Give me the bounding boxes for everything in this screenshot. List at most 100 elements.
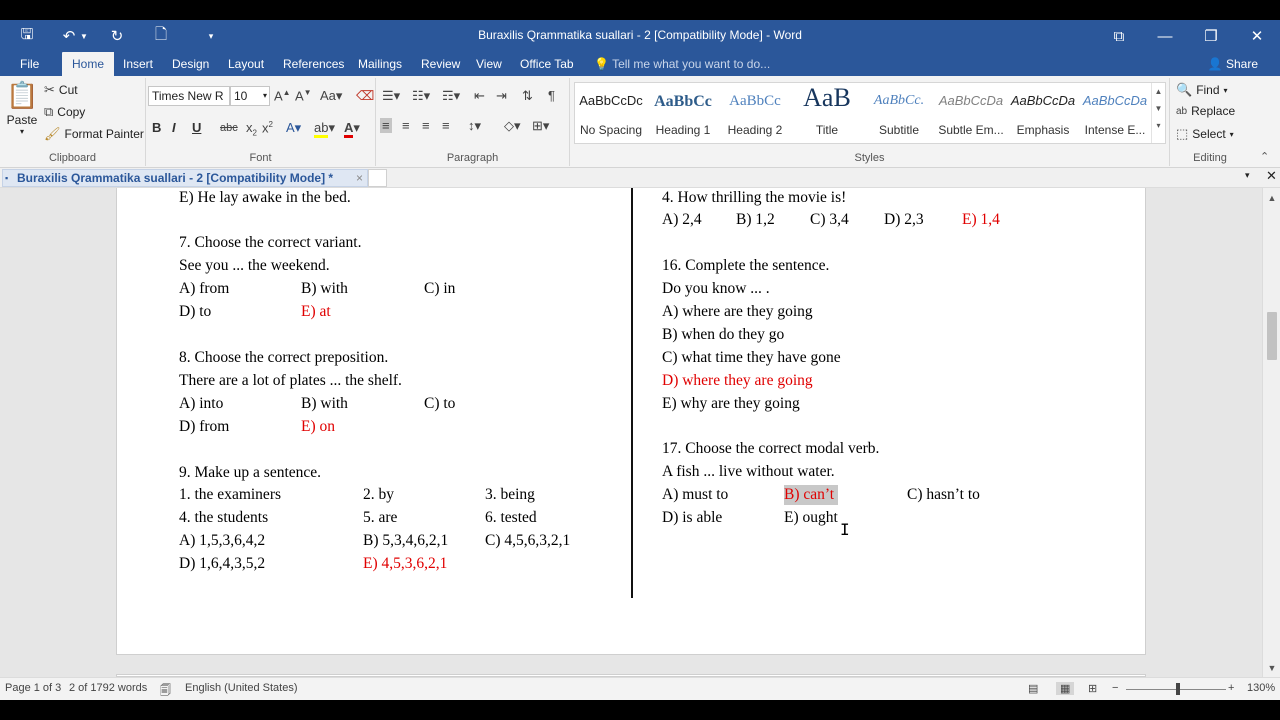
subscript-icon[interactable]: x2 xyxy=(246,120,257,138)
cut-button[interactable]: ✂ Cut xyxy=(44,82,78,98)
document-tab[interactable]: ▪ Buraxilis Qrammatika suallari - 2 [Com… xyxy=(2,169,368,187)
borders-icon[interactable]: ⊞▾ xyxy=(532,118,549,134)
grow-font-icon[interactable]: A▲ xyxy=(274,88,291,103)
zoom-in-icon[interactable]: + xyxy=(1228,682,1234,694)
superscript-icon[interactable]: x2 xyxy=(262,120,273,135)
zoom-out-icon[interactable]: − xyxy=(1112,682,1118,694)
lightbulb-icon: 💡 xyxy=(594,57,609,71)
line-spacing-icon[interactable]: ↕▾ xyxy=(468,118,481,134)
select-button[interactable]: ⬚ Select ▾ xyxy=(1176,126,1234,142)
style-heading-2[interactable]: AaBbCc Heading 2 xyxy=(719,83,791,143)
question-title: 7. Choose the correct variant. xyxy=(179,234,362,251)
new-tab-button[interactable] xyxy=(368,169,387,187)
share-button[interactable]: 👤 Share xyxy=(1208,52,1258,76)
align-center-icon[interactable]: ≡ xyxy=(402,118,410,133)
copy-button[interactable]: ⧉ Copy xyxy=(44,104,85,120)
shrink-font-icon[interactable]: A▼ xyxy=(295,88,312,103)
close-all-tabs-icon[interactable]: ✕ xyxy=(1266,168,1277,184)
web-layout-icon[interactable]: ⊞ xyxy=(1088,682,1097,695)
shading-icon[interactable]: ◇▾ xyxy=(504,118,521,134)
align-left-icon[interactable]: ≡ xyxy=(380,118,392,133)
sort-icon[interactable]: ⇅ xyxy=(522,88,533,104)
style-intense-emphasis[interactable]: AaBbCcDa Intense E... xyxy=(1079,83,1151,143)
word-count[interactable]: 2 of 1792 words xyxy=(69,682,147,694)
tab-references[interactable]: References xyxy=(273,52,354,76)
replace-button[interactable]: ab Replace xyxy=(1176,104,1235,118)
select-label: Select xyxy=(1192,127,1226,141)
tab-review[interactable]: Review xyxy=(411,52,470,76)
scroll-thumb[interactable] xyxy=(1267,312,1277,360)
document-tab-close[interactable]: × xyxy=(356,170,363,186)
highlight-color-icon[interactable]: ab▾ xyxy=(314,120,335,138)
font-color-icon[interactable]: A▾ xyxy=(344,120,360,138)
strikethrough-icon[interactable]: abc xyxy=(220,122,238,134)
page-count[interactable]: Page 1 of 3 xyxy=(5,682,61,694)
style-sample: AaBbCcDc xyxy=(579,93,643,108)
tab-mailings[interactable]: Mailings xyxy=(348,52,412,76)
word-item: 1. the examiners xyxy=(179,486,282,503)
multilevel-list-icon[interactable]: ☶▾ xyxy=(442,88,460,104)
vertical-scrollbar[interactable]: ▲ ▼ xyxy=(1262,188,1280,697)
close-button[interactable]: ✕ xyxy=(1234,20,1280,52)
answer-option: C) hasn’t to xyxy=(907,486,980,503)
tab-insert[interactable]: Insert xyxy=(113,52,163,76)
style-subtle-emphasis[interactable]: AaBbCcDa Subtle Em... xyxy=(935,83,1007,143)
zoom-slider-thumb[interactable] xyxy=(1176,683,1180,695)
language-indicator[interactable]: English (United States) xyxy=(185,682,298,694)
tab-view[interactable]: View xyxy=(466,52,512,76)
style-emphasis[interactable]: AaBbCcDa Emphasis xyxy=(1007,83,1079,143)
status-bar: Page 1 of 3 2 of 1792 words 🗐 English (U… xyxy=(0,677,1280,700)
bullets-icon[interactable]: ☰▾ xyxy=(382,88,400,104)
collapse-ribbon-icon[interactable]: ⌃ xyxy=(1260,150,1269,163)
style-heading-1[interactable]: AaBbCc Heading 1 xyxy=(647,83,719,143)
minimize-button[interactable]: — xyxy=(1142,20,1188,52)
tab-file[interactable]: File xyxy=(10,52,49,76)
gallery-more-icon[interactable]: ▾ xyxy=(1152,121,1165,130)
gallery-scroll[interactable]: ▲ ▼ ▾ xyxy=(1151,83,1165,143)
font-size-box[interactable]: 10 ▾ xyxy=(230,86,270,106)
answer-option: A) into xyxy=(179,395,224,412)
paste-button[interactable]: 📋 Paste ▾ xyxy=(6,80,38,150)
document-page[interactable]: E) He lay awake in the bed. 7. Choose th… xyxy=(116,188,1146,655)
text-effects-icon[interactable]: A▾ xyxy=(286,120,301,136)
increase-indent-icon[interactable]: ⇥ xyxy=(496,88,507,104)
correct-answer: E) on xyxy=(301,418,336,435)
justify-icon[interactable]: ≡ xyxy=(442,118,450,133)
read-mode-icon[interactable]: ▤ xyxy=(1028,682,1038,695)
gallery-down-icon[interactable]: ▼ xyxy=(1152,104,1165,113)
style-title[interactable]: AaB Title xyxy=(791,83,863,143)
question-title: 8. Choose the correct preposition. xyxy=(179,349,389,366)
underline-icon[interactable]: U xyxy=(192,120,201,135)
cut-label: Cut xyxy=(58,83,78,97)
italic-icon[interactable]: I xyxy=(172,120,176,135)
tab-design[interactable]: Design xyxy=(162,52,219,76)
show-formatting-icon[interactable]: ¶ xyxy=(548,88,555,103)
tab-list-icon[interactable]: ▾ xyxy=(1245,170,1250,181)
select-dropdown-icon: ▾ xyxy=(1229,129,1234,139)
zoom-level[interactable]: 130% xyxy=(1247,682,1275,694)
style-sample: AaBbCcDa xyxy=(1082,93,1148,108)
numbering-icon[interactable]: ☷▾ xyxy=(412,88,430,104)
copy-icon: ⧉ xyxy=(44,104,54,119)
gallery-up-icon[interactable]: ▲ xyxy=(1152,87,1165,96)
ribbon-display-options-icon[interactable]: ⧉ xyxy=(1096,20,1142,52)
tab-office-tab[interactable]: Office Tab xyxy=(510,52,584,76)
bold-icon[interactable]: B xyxy=(152,120,161,135)
print-layout-icon[interactable]: ▦ xyxy=(1056,682,1075,695)
proofing-icon[interactable]: 🗐 xyxy=(160,682,171,700)
scroll-up-icon[interactable]: ▲ xyxy=(1263,190,1280,206)
font-name-box[interactable]: Times New R xyxy=(148,86,230,106)
format-painter-button[interactable]: 🖌 Format Painter xyxy=(44,126,144,142)
tell-me-box[interactable]: 💡 Tell me what you want to do... xyxy=(594,52,770,76)
scroll-down-icon[interactable]: ▼ xyxy=(1263,660,1280,676)
align-right-icon[interactable]: ≡ xyxy=(422,118,430,133)
style-subtitle[interactable]: AaBbCc. Subtitle xyxy=(863,83,935,143)
tab-layout[interactable]: Layout xyxy=(218,52,274,76)
restore-button[interactable]: ❐ xyxy=(1188,20,1234,52)
change-case-icon[interactable]: Aa▾ xyxy=(320,88,342,104)
tab-home[interactable]: Home xyxy=(62,52,114,76)
decrease-indent-icon[interactable]: ⇤ xyxy=(474,88,485,104)
clear-formatting-icon[interactable]: ⌫ xyxy=(356,88,374,104)
find-button[interactable]: 🔍 Find ▾ xyxy=(1176,82,1228,98)
style-no-spacing[interactable]: AaBbCcDc No Spacing xyxy=(575,83,647,143)
